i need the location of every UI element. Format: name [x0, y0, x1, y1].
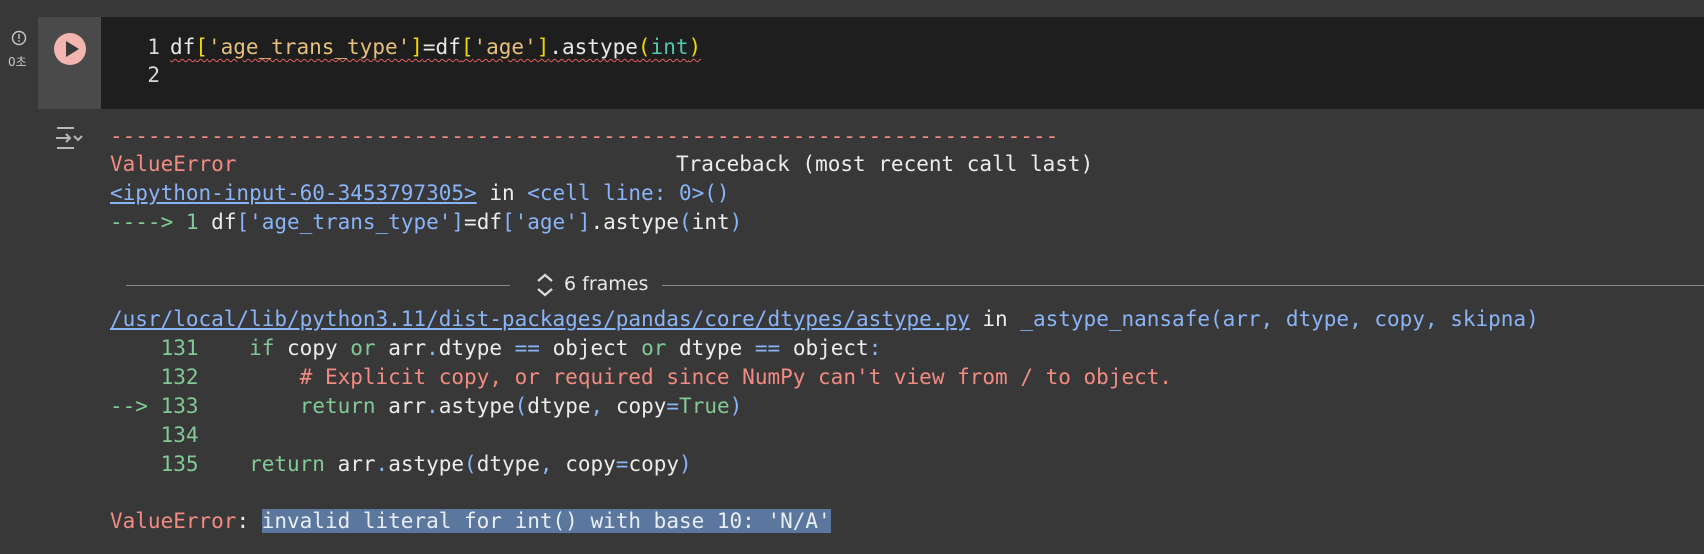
cell-gutter [0, 16, 36, 554]
error-circle-icon[interactable] [11, 30, 27, 46]
traceback-location: <ipython-input-60-3453797305> in <cell l… [110, 181, 730, 205]
traceback-arrow-line: ----> 1 df['age_trans_type']=df['age'].a… [110, 210, 743, 234]
expand-vertical-icon [537, 273, 553, 297]
astype-file-link[interactable]: /usr/local/lib/python3.11/dist-packages/… [110, 307, 970, 331]
frames-divider-right [662, 285, 1704, 286]
source-line-133: --> 133 return arr.astype(dtype, copy=Tr… [110, 394, 743, 418]
source-line-132: 132 # Explicit copy, or required since N… [160, 365, 1173, 389]
play-icon [66, 41, 79, 57]
source-line-131: 131 if copy or arr.dtype == object or dt… [160, 336, 882, 360]
final-error-line: ValueError: invalid literal for int() wi… [110, 509, 831, 533]
error-message-selected[interactable]: invalid literal for int() with base 10: … [261, 509, 831, 533]
source-line-134: 134 [160, 423, 199, 447]
execution-time: 0초 [8, 55, 27, 69]
run-cell-button[interactable] [54, 33, 86, 65]
ipython-input-link[interactable]: <ipython-input-60-3453797305> [110, 181, 477, 205]
top-bar [0, 0, 1704, 16]
output-toggle-icon[interactable] [54, 124, 84, 152]
code-line-2: 2 [147, 63, 160, 87]
traceback-file-line: /usr/local/lib/python3.11/dist-packages/… [110, 307, 1539, 331]
frames-divider-left [126, 285, 510, 286]
source-line-135: 135 return arr.astype(dtype, copy=copy) [160, 452, 692, 476]
code-editor[interactable]: 1 df['age_trans_type']=df['age'].astype(i… [101, 17, 1704, 109]
traceback-header: ValueError Traceback (most recent call la… [110, 152, 1094, 176]
code-line-1: 1 df['age_trans_type']=df['age'].astype(i… [147, 35, 702, 59]
traceback-dashes: ----------------------------------------… [110, 124, 1059, 148]
code-statement: df['age_trans_type']=df['age'].astype(in… [170, 35, 702, 59]
